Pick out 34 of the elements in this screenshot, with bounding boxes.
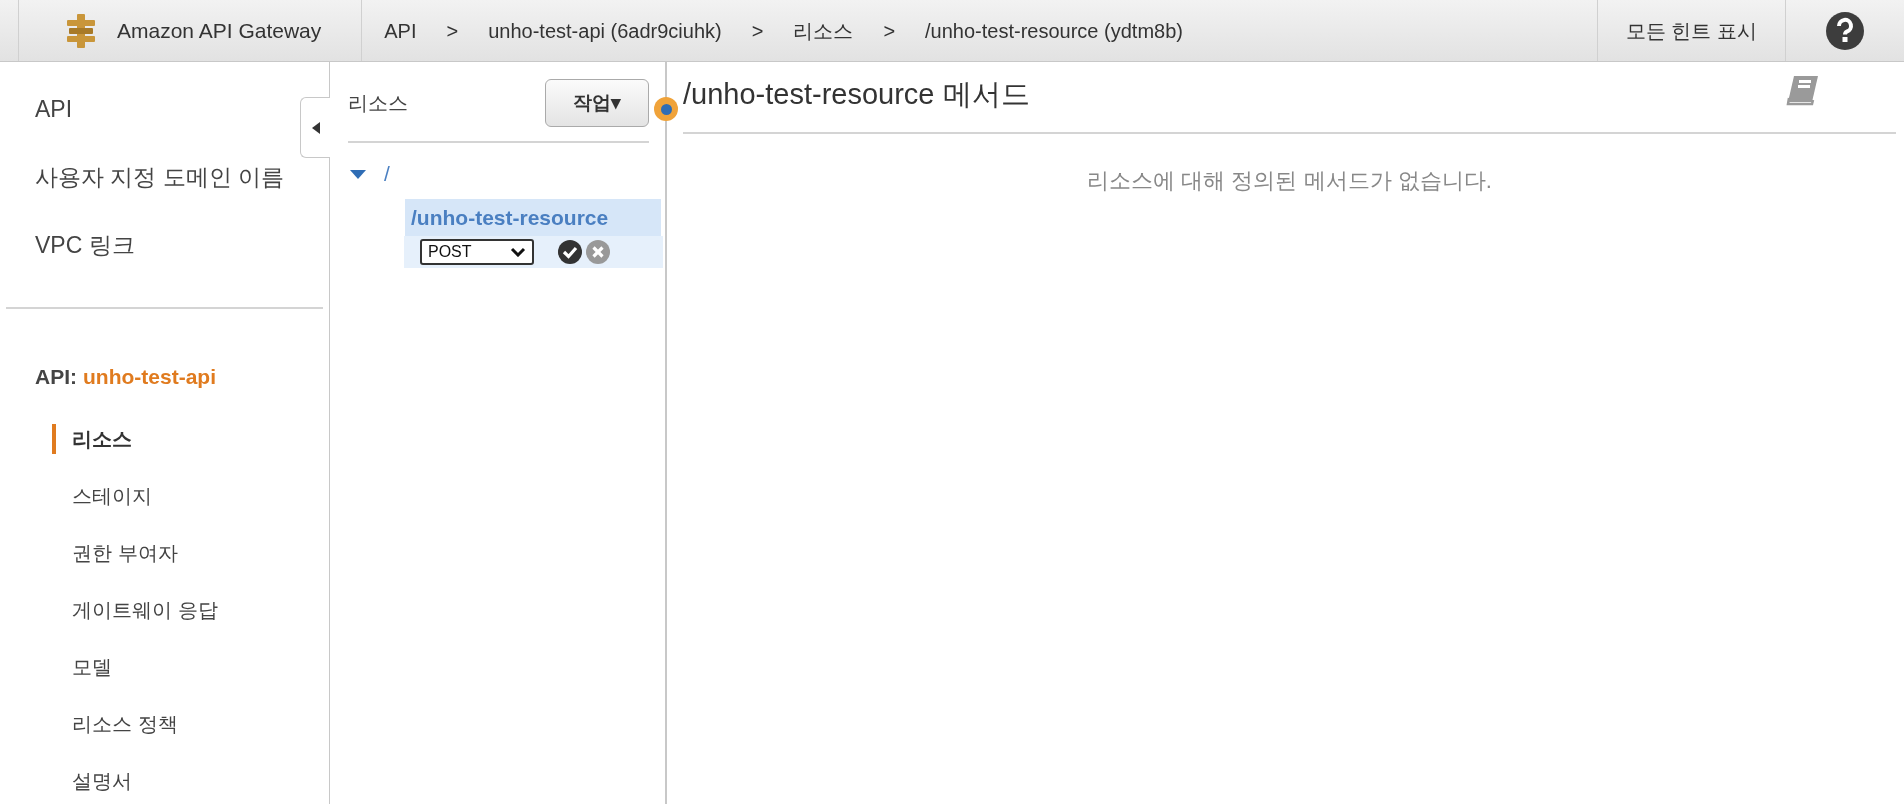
breadcrumb-link[interactable]: 리소스 <box>793 15 854 46</box>
sidebar-item[interactable]: 리소스 <box>52 424 132 454</box>
confirm-check-icon[interactable] <box>558 240 582 264</box>
sidebar-item[interactable]: 리소스 정책 <box>52 709 178 739</box>
tree-item[interactable]: / <box>382 158 392 190</box>
help-icon[interactable] <box>1826 11 1864 50</box>
panel-title: 리소스 <box>348 91 408 116</box>
sidebar-item[interactable]: 설명서 <box>52 766 132 796</box>
chevron-down-icon[interactable] <box>510 247 526 257</box>
page-title: /unho-test-resource 메서드 <box>683 77 1030 113</box>
collapse-tab[interactable] <box>300 97 330 158</box>
expand-arrow-icon[interactable] <box>350 169 366 179</box>
sidebar-link[interactable]: API <box>35 89 73 129</box>
sidebar-item[interactable]: 모델 <box>52 652 112 682</box>
breadcrumb-separator: > <box>445 18 460 44</box>
actions-button[interactable]: 작업▾ <box>545 79 649 127</box>
book-icon[interactable] <box>1786 74 1820 106</box>
breadcrumb-separator: > <box>882 18 897 44</box>
collapse-arrow-icon[interactable] <box>311 121 320 134</box>
sidebar-item[interactable]: 게이트웨이 응답 <box>52 595 218 625</box>
method-select[interactable]: POST <box>420 239 534 265</box>
product-name[interactable]: Amazon API Gateway <box>117 14 322 47</box>
logo-icon[interactable] <box>67 13 95 48</box>
breadcrumb-link[interactable]: API <box>384 15 417 46</box>
sidebar-link[interactable]: VPC 링크 <box>35 225 135 265</box>
breadcrumb-link[interactable]: unho-test-api (6adr9ciuhk) <box>488 15 722 46</box>
show-hints-button[interactable]: 모든 힌트 표시 <box>1596 0 1785 61</box>
breadcrumb-separator: > <box>750 18 765 44</box>
sidebar-item[interactable]: 권한 부여자 <box>52 538 178 568</box>
sidebar-item[interactable]: 스테이지 <box>52 481 152 511</box>
api-label: API: <box>35 364 77 390</box>
sidebar-link[interactable]: 사용자 지정 도메인 이름 <box>35 157 285 197</box>
empty-message: 리소스에 대해 정의된 메서드가 없습니다. <box>1087 167 1492 195</box>
breadcrumb-link[interactable]: /unho-test-resource (ydtm8b) <box>925 15 1183 46</box>
